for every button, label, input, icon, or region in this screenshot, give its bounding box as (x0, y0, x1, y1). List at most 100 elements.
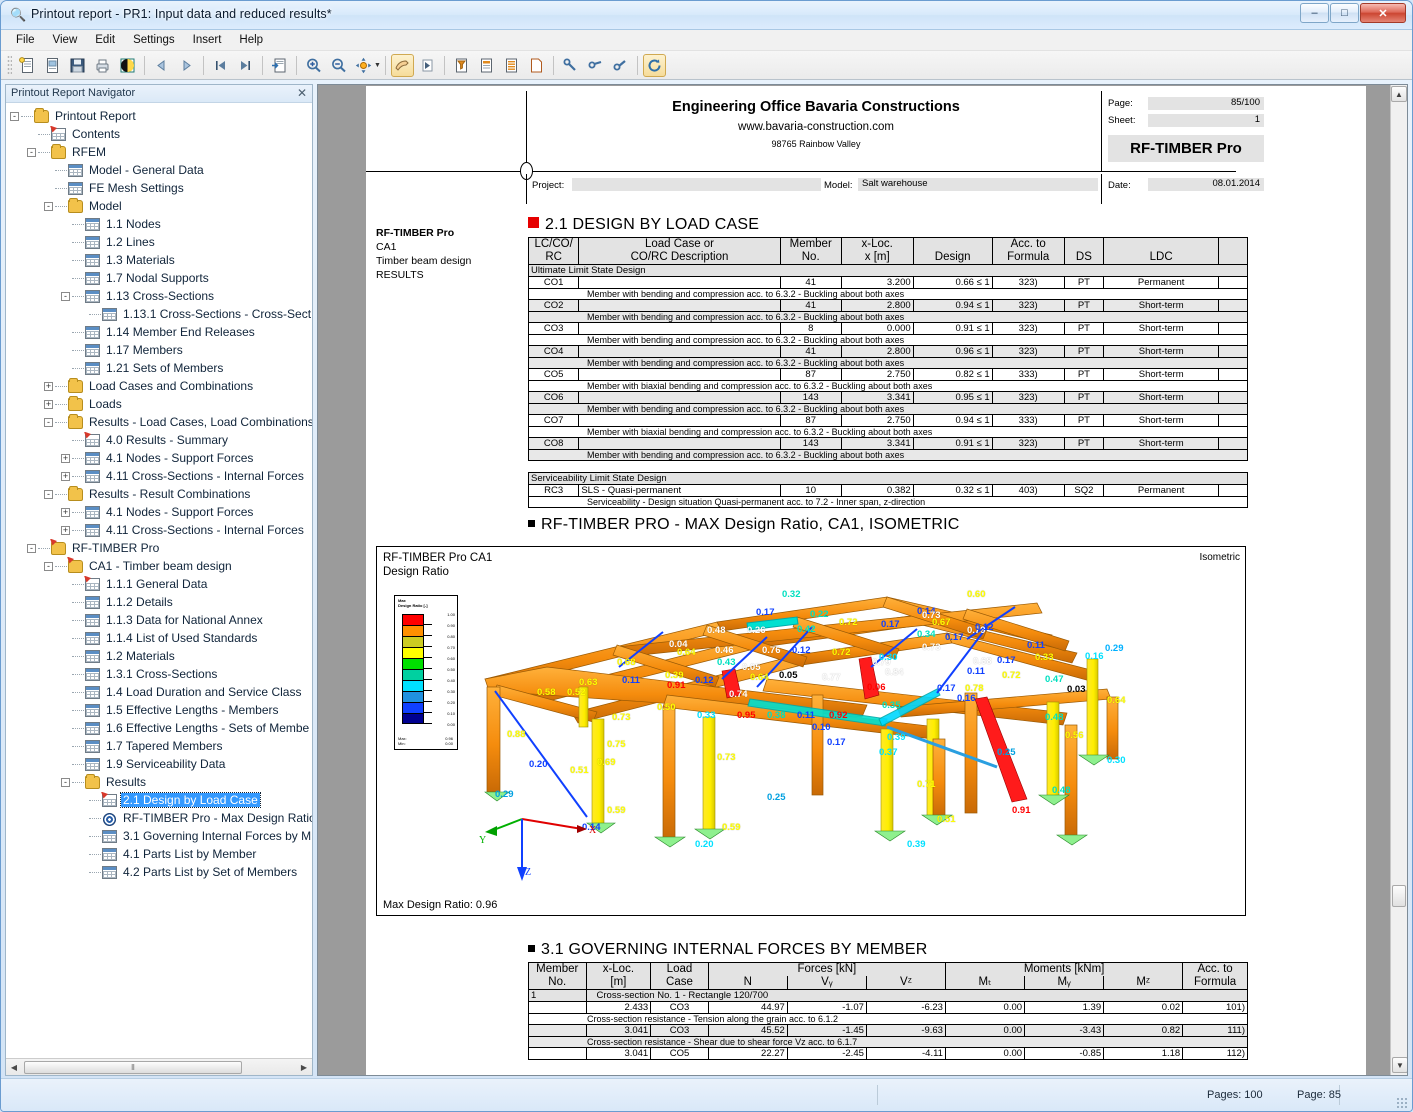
nav-item-21[interactable]: - Results - Result Combinations (6, 485, 312, 503)
nav-item-2[interactable]: - RFEM (6, 143, 312, 161)
next-page-icon[interactable] (175, 54, 198, 77)
tree-toggle-icon[interactable]: - (44, 561, 53, 571)
select-arrow-icon[interactable] (416, 54, 439, 77)
nav-item-10[interactable]: - 1.13 Cross-Sections (6, 287, 312, 305)
nav-item-1[interactable]: Contents (6, 125, 312, 143)
link-1-icon[interactable] (559, 54, 582, 77)
design-ratio-picture[interactable]: RF-TIMBER Pro CA1 Design Ratio Isometric… (376, 546, 1246, 916)
nav-item-15[interactable]: + Load Cases and Combinations (6, 377, 312, 395)
tree-toggle-icon[interactable]: - (44, 489, 53, 499)
nav-item-17[interactable]: - Results - Load Cases, Load Combinations (6, 413, 312, 431)
new-report-icon[interactable] (16, 54, 39, 77)
vscroll-thumb[interactable] (1392, 885, 1406, 907)
tree-toggle-icon[interactable]: - (44, 417, 53, 427)
menu-view[interactable]: View (44, 32, 87, 48)
nav-item-7[interactable]: 1.2 Lines (6, 233, 312, 251)
nav-item-20[interactable]: +4.11 Cross-Sections - Internal Forces (6, 467, 312, 485)
navigator-horizontal-scrollbar[interactable]: ◀ Ⅱ ▶ (6, 1058, 312, 1075)
menu-insert[interactable]: Insert (184, 32, 231, 48)
nav-item-31[interactable]: 1.3.1 Cross-Sections (6, 665, 312, 683)
pan-navigate-icon[interactable] (352, 54, 375, 77)
nav-item-38[interactable]: 2.1 Design by Load Case (6, 791, 312, 809)
report-viewer[interactable]: Engineering Office Bavaria Constructions… (317, 84, 1408, 1076)
nav-item-24[interactable]: - RF-TIMBER Pro (6, 539, 312, 557)
nav-item-9[interactable]: 1.7 Nodal Supports (6, 269, 312, 287)
select-hand-icon[interactable] (390, 53, 414, 77)
nav-item-35[interactable]: 1.7 Tapered Members (6, 737, 312, 755)
nav-item-14[interactable]: 1.21 Sets of Members (6, 359, 312, 377)
scroll-right-icon[interactable]: ▶ (296, 1060, 312, 1075)
tree-toggle-icon[interactable]: + (61, 525, 70, 535)
close-icon[interactable]: ✕ (297, 86, 307, 100)
nav-item-37[interactable]: - Results (6, 773, 312, 791)
tree-toggle-icon[interactable]: - (27, 543, 36, 553)
scroll-down-icon[interactable]: ▼ (1392, 1057, 1407, 1073)
nav-item-23[interactable]: +4.11 Cross-Sections - Internal Forces (6, 521, 312, 539)
tree-toggle-icon[interactable]: + (61, 507, 70, 517)
toolbar-grip[interactable] (7, 55, 12, 75)
nav-item-41[interactable]: 4.1 Parts List by Member (6, 845, 312, 863)
open-report-icon[interactable] (41, 54, 64, 77)
nav-item-30[interactable]: 1.2 Materials (6, 647, 312, 665)
tree-toggle-icon[interactable]: - (27, 147, 36, 157)
print-icon[interactable] (91, 54, 114, 77)
tree-toggle-icon[interactable]: + (44, 381, 53, 391)
tree-toggle-icon[interactable]: + (61, 453, 70, 463)
menu-help[interactable]: Help (230, 32, 272, 48)
resize-grip[interactable] (1396, 1097, 1408, 1109)
link-2-icon[interactable] (584, 54, 607, 77)
first-page-icon[interactable] (209, 54, 232, 77)
nav-item-19[interactable]: +4.1 Nodes - Support Forces (6, 449, 312, 467)
nav-item-4[interactable]: FE Mesh Settings (6, 179, 312, 197)
nav-item-22[interactable]: +4.1 Nodes - Support Forces (6, 503, 312, 521)
tree-toggle-icon[interactable]: - (10, 111, 19, 121)
tree-toggle-icon[interactable]: - (44, 201, 53, 211)
tree-toggle-icon[interactable]: + (61, 471, 70, 481)
menu-file[interactable]: File (7, 32, 44, 48)
nav-item-40[interactable]: 3.1 Governing Internal Forces by M (6, 827, 312, 845)
menu-settings[interactable]: Settings (124, 32, 184, 48)
tree-toggle-icon[interactable]: - (61, 777, 70, 787)
nav-item-8[interactable]: 1.3 Materials (6, 251, 312, 269)
last-page-icon[interactable] (234, 54, 257, 77)
nav-item-29[interactable]: 1.1.4 List of Used Standards (6, 629, 312, 647)
export-icon[interactable] (268, 54, 291, 77)
nav-item-42[interactable]: 4.2 Parts List by Set of Members (6, 863, 312, 881)
report-layout-icon[interactable] (500, 54, 523, 77)
print-preview-icon[interactable] (116, 54, 139, 77)
nav-item-11[interactable]: 1.13.1 Cross-Sections - Cross-Sect (6, 305, 312, 323)
menu-edit[interactable]: Edit (86, 32, 124, 48)
link-3-icon[interactable] (609, 54, 632, 77)
viewer-vertical-scrollbar[interactable]: ▲ ▼ (1390, 85, 1407, 1075)
minimize-button[interactable]: – (1300, 3, 1329, 23)
nav-item-32[interactable]: 1.4 Load Duration and Service Class (6, 683, 312, 701)
nav-item-3[interactable]: Model - General Data (6, 161, 312, 179)
nav-item-18[interactable]: 4.0 Results - Summary (6, 431, 312, 449)
nav-item-13[interactable]: 1.17 Members (6, 341, 312, 359)
nav-item-34[interactable]: 1.6 Effective Lengths - Sets of Membe (6, 719, 312, 737)
maximize-button[interactable]: □ (1330, 3, 1359, 23)
nav-item-28[interactable]: 1.1.3 Data for National Annex (6, 611, 312, 629)
nav-item-6[interactable]: 1.1 Nodes (6, 215, 312, 233)
nav-item-5[interactable]: - Model (6, 197, 312, 215)
tree-toggle-icon[interactable]: - (61, 291, 70, 301)
tree-toggle-icon[interactable]: + (44, 399, 53, 409)
nav-item-16[interactable]: + Loads (6, 395, 312, 413)
zoom-out-icon[interactable] (327, 54, 350, 77)
hscroll-thumb[interactable]: Ⅱ (24, 1060, 242, 1074)
scroll-left-icon[interactable]: ◀ (6, 1060, 22, 1075)
close-button[interactable]: ✕ (1360, 3, 1406, 23)
page-setup-icon[interactable] (475, 54, 498, 77)
zoom-in-icon[interactable] (302, 54, 325, 77)
scroll-up-icon[interactable]: ▲ (1391, 86, 1407, 102)
structural-model-3d-view[interactable]: 0.04 0.32 0.17 0.22 0.48 0.26 0.42 0.72 0.17 0.14… (467, 567, 1241, 911)
refresh-icon[interactable] (642, 53, 666, 77)
chevron-down-icon[interactable]: ▼ (374, 62, 381, 69)
nav-item-36[interactable]: 1.9 Serviceability Data (6, 755, 312, 773)
nav-item-26[interactable]: 1.1.1 General Data (6, 575, 312, 593)
nav-item-25[interactable]: - CA1 - Timber beam design (6, 557, 312, 575)
nav-item-33[interactable]: 1.5 Effective Lengths - Members (6, 701, 312, 719)
blank-page-icon[interactable] (525, 54, 548, 77)
nav-item-12[interactable]: 1.14 Member End Releases (6, 323, 312, 341)
previous-page-icon[interactable] (150, 54, 173, 77)
